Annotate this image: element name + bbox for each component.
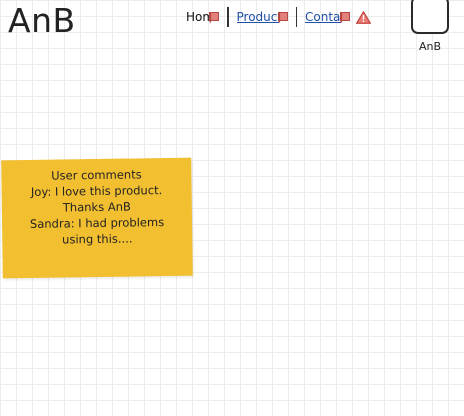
nav-products-link[interactable]: Products: [237, 7, 288, 27]
sticky-note-text: User comments Joy: I love this product. …: [1, 166, 192, 249]
flag-icon: [209, 11, 219, 23]
nav-divider: [227, 7, 229, 27]
nav-products-label: Products: [236, 10, 279, 24]
main-nav: Home Products Contact: [186, 6, 371, 28]
avatar-label: AnB: [418, 40, 442, 53]
flag-icon: [340, 11, 350, 23]
user-avatar[interactable]: [411, 0, 449, 34]
site-logo[interactable]: AnB: [8, 0, 76, 42]
nav-home-link[interactable]: Home: [186, 7, 219, 27]
user-comments-sticky-note: User comments Joy: I love this product. …: [1, 157, 193, 279]
warning-icon[interactable]: [356, 10, 371, 24]
comment-line: using this....: [62, 231, 133, 247]
nav-contact-label: Contact: [305, 10, 341, 24]
flag-icon: [277, 11, 288, 23]
nav-contact-link[interactable]: Contact: [305, 7, 350, 27]
nav-divider: [295, 7, 297, 27]
nav-home-label: Home: [186, 10, 210, 24]
comment-line: Sandra: I had problems: [29, 215, 165, 231]
